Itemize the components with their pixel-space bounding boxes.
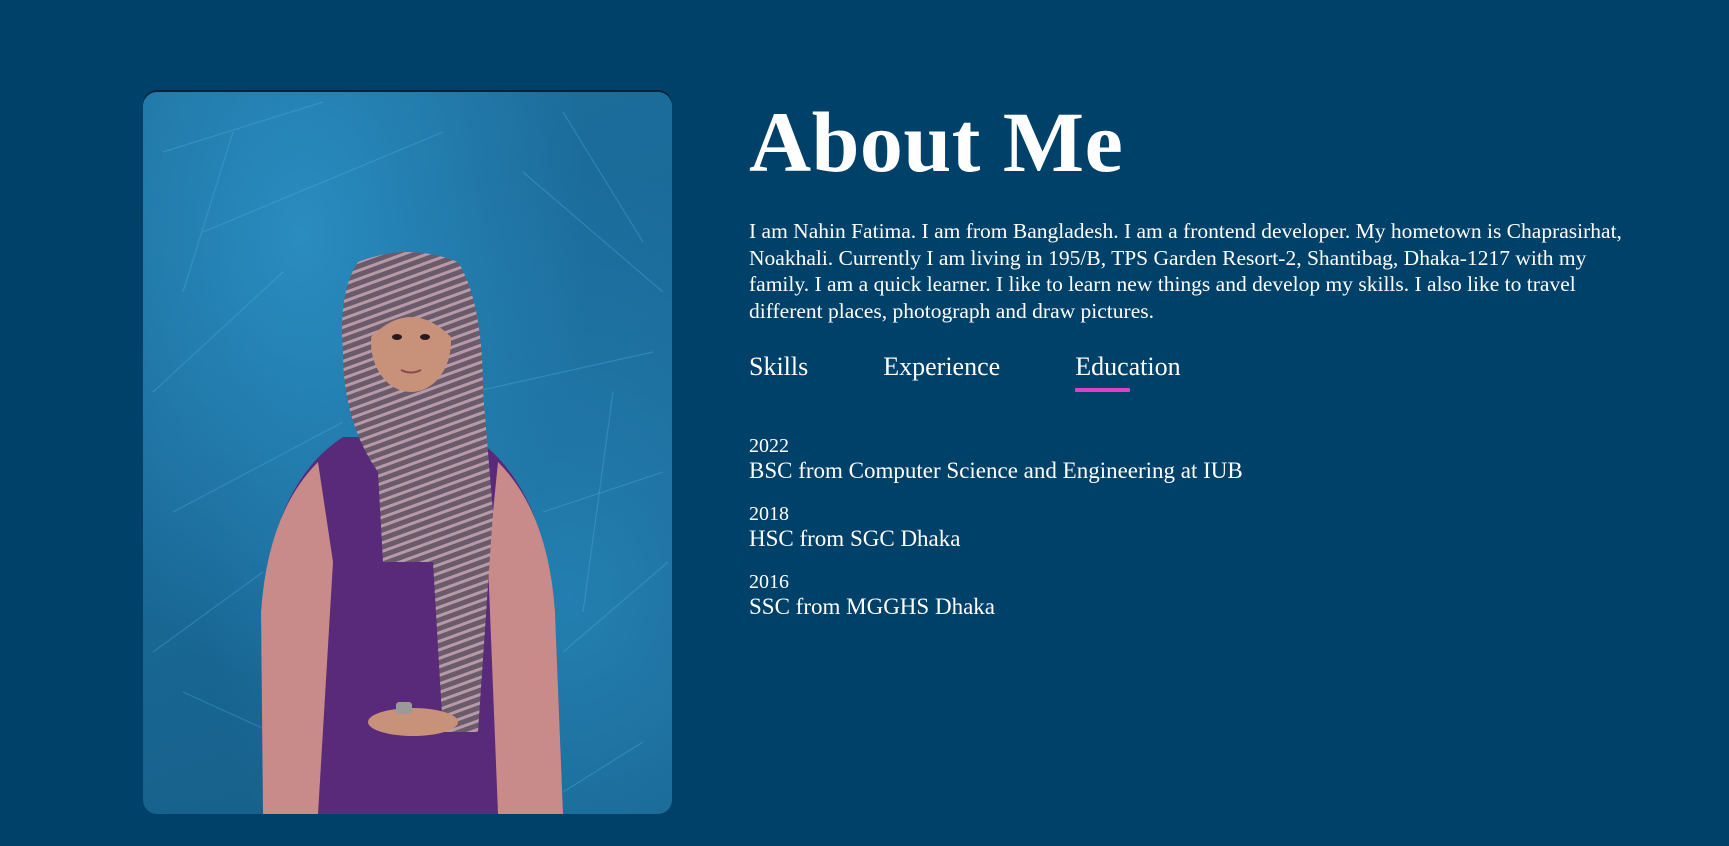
tab-skills[interactable]: Skills: [749, 352, 808, 392]
profile-photo-illustration: [152, 101, 669, 814]
education-year: 2016: [749, 571, 789, 593]
education-year: 2018: [749, 503, 789, 525]
about-content: About Me I am Nahin Fatima. I am from Ba…: [749, 92, 1649, 639]
bio-paragraph: I am Nahin Fatima. I am from Bangladesh.…: [749, 219, 1622, 323]
tab-experience[interactable]: Experience: [883, 352, 1000, 392]
education-year: 2022: [749, 435, 789, 457]
tab-bar: Skills Experience Education: [749, 352, 1649, 392]
education-description: HSC from SGC Dhaka: [749, 526, 961, 551]
profile-photo: [143, 92, 672, 814]
list-item: 2016 SSC from MGGHS Dhaka: [749, 571, 1649, 621]
page-title: About Me: [749, 94, 1124, 190]
education-description: BSC from Computer Science and Engineerin…: [749, 458, 1243, 483]
education-list: 2022 BSC from Computer Science and Engin…: [749, 435, 1649, 621]
tab-education[interactable]: Education: [1075, 352, 1181, 392]
education-description: SSC from MGGHS Dhaka: [749, 594, 995, 619]
list-item: 2018 HSC from SGC Dhaka: [749, 503, 1649, 553]
list-item: 2022 BSC from Computer Science and Engin…: [749, 435, 1649, 485]
about-section: About Me I am Nahin Fatima. I am from Ba…: [0, 0, 1729, 846]
